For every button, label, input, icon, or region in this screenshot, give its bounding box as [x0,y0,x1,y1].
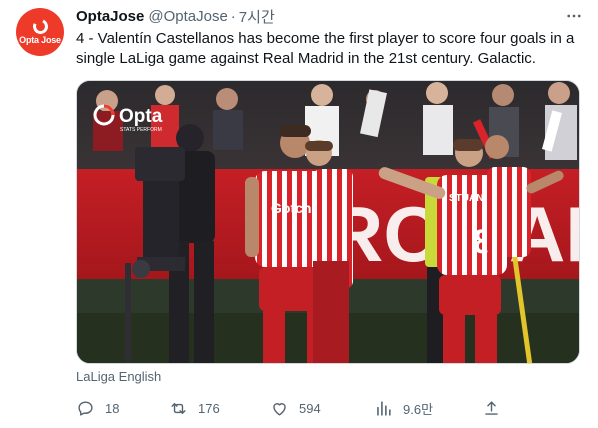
more-icon [567,14,581,18]
retweet-icon [171,402,186,414]
watermark-subtext: STATS PERFORM [120,127,162,133]
jersey-sponsor: Gotcha [271,200,319,216]
separator-dot: · [230,7,236,25]
more-options-button[interactable] [564,6,584,26]
media-source-label[interactable]: LaLiga English [76,369,161,384]
like-button[interactable]: 594 [270,396,321,420]
tweet-card[interactable]: Opta Jose OptaJose @OptaJose · 7시간 4 - V… [0,0,598,428]
heart-icon [273,402,286,416]
view-count: 9.6만 [403,401,434,417]
author-display-name[interactable]: OptaJose [76,8,144,25]
analytics-icon [377,400,391,416]
retweet-button[interactable]: 176 [169,396,220,420]
views-button[interactable]: 9.6만 [374,396,433,420]
like-count: 594 [299,400,321,416]
tweet-photo[interactable]: ROMAF [76,80,580,364]
retweet-count: 176 [198,400,220,416]
reply-count: 18 [105,400,120,416]
author-handle[interactable]: @OptaJose [148,8,227,25]
tweet-text: 4 - Valentín Castellanos has become the … [76,30,575,67]
reply-icon [78,400,93,416]
reply-button[interactable]: 18 [76,396,119,420]
author-avatar[interactable]: Opta Jose [16,8,64,56]
avatar-label: Opta Jose [19,35,61,45]
tweet-timestamp[interactable]: 7시간 [239,6,275,27]
action-bar: 18 176 594 9.6만 [76,396,506,420]
opta-logo-icon [30,16,50,37]
tweet-header: OptaJose @OptaJose · 7시간 [76,6,275,26]
jersey-name: STUANI [449,193,486,204]
photo-scene: ROMAF [77,81,579,363]
watermark-text: Opta [119,106,163,127]
share-icon [485,400,498,415]
share-button[interactable] [482,396,511,420]
